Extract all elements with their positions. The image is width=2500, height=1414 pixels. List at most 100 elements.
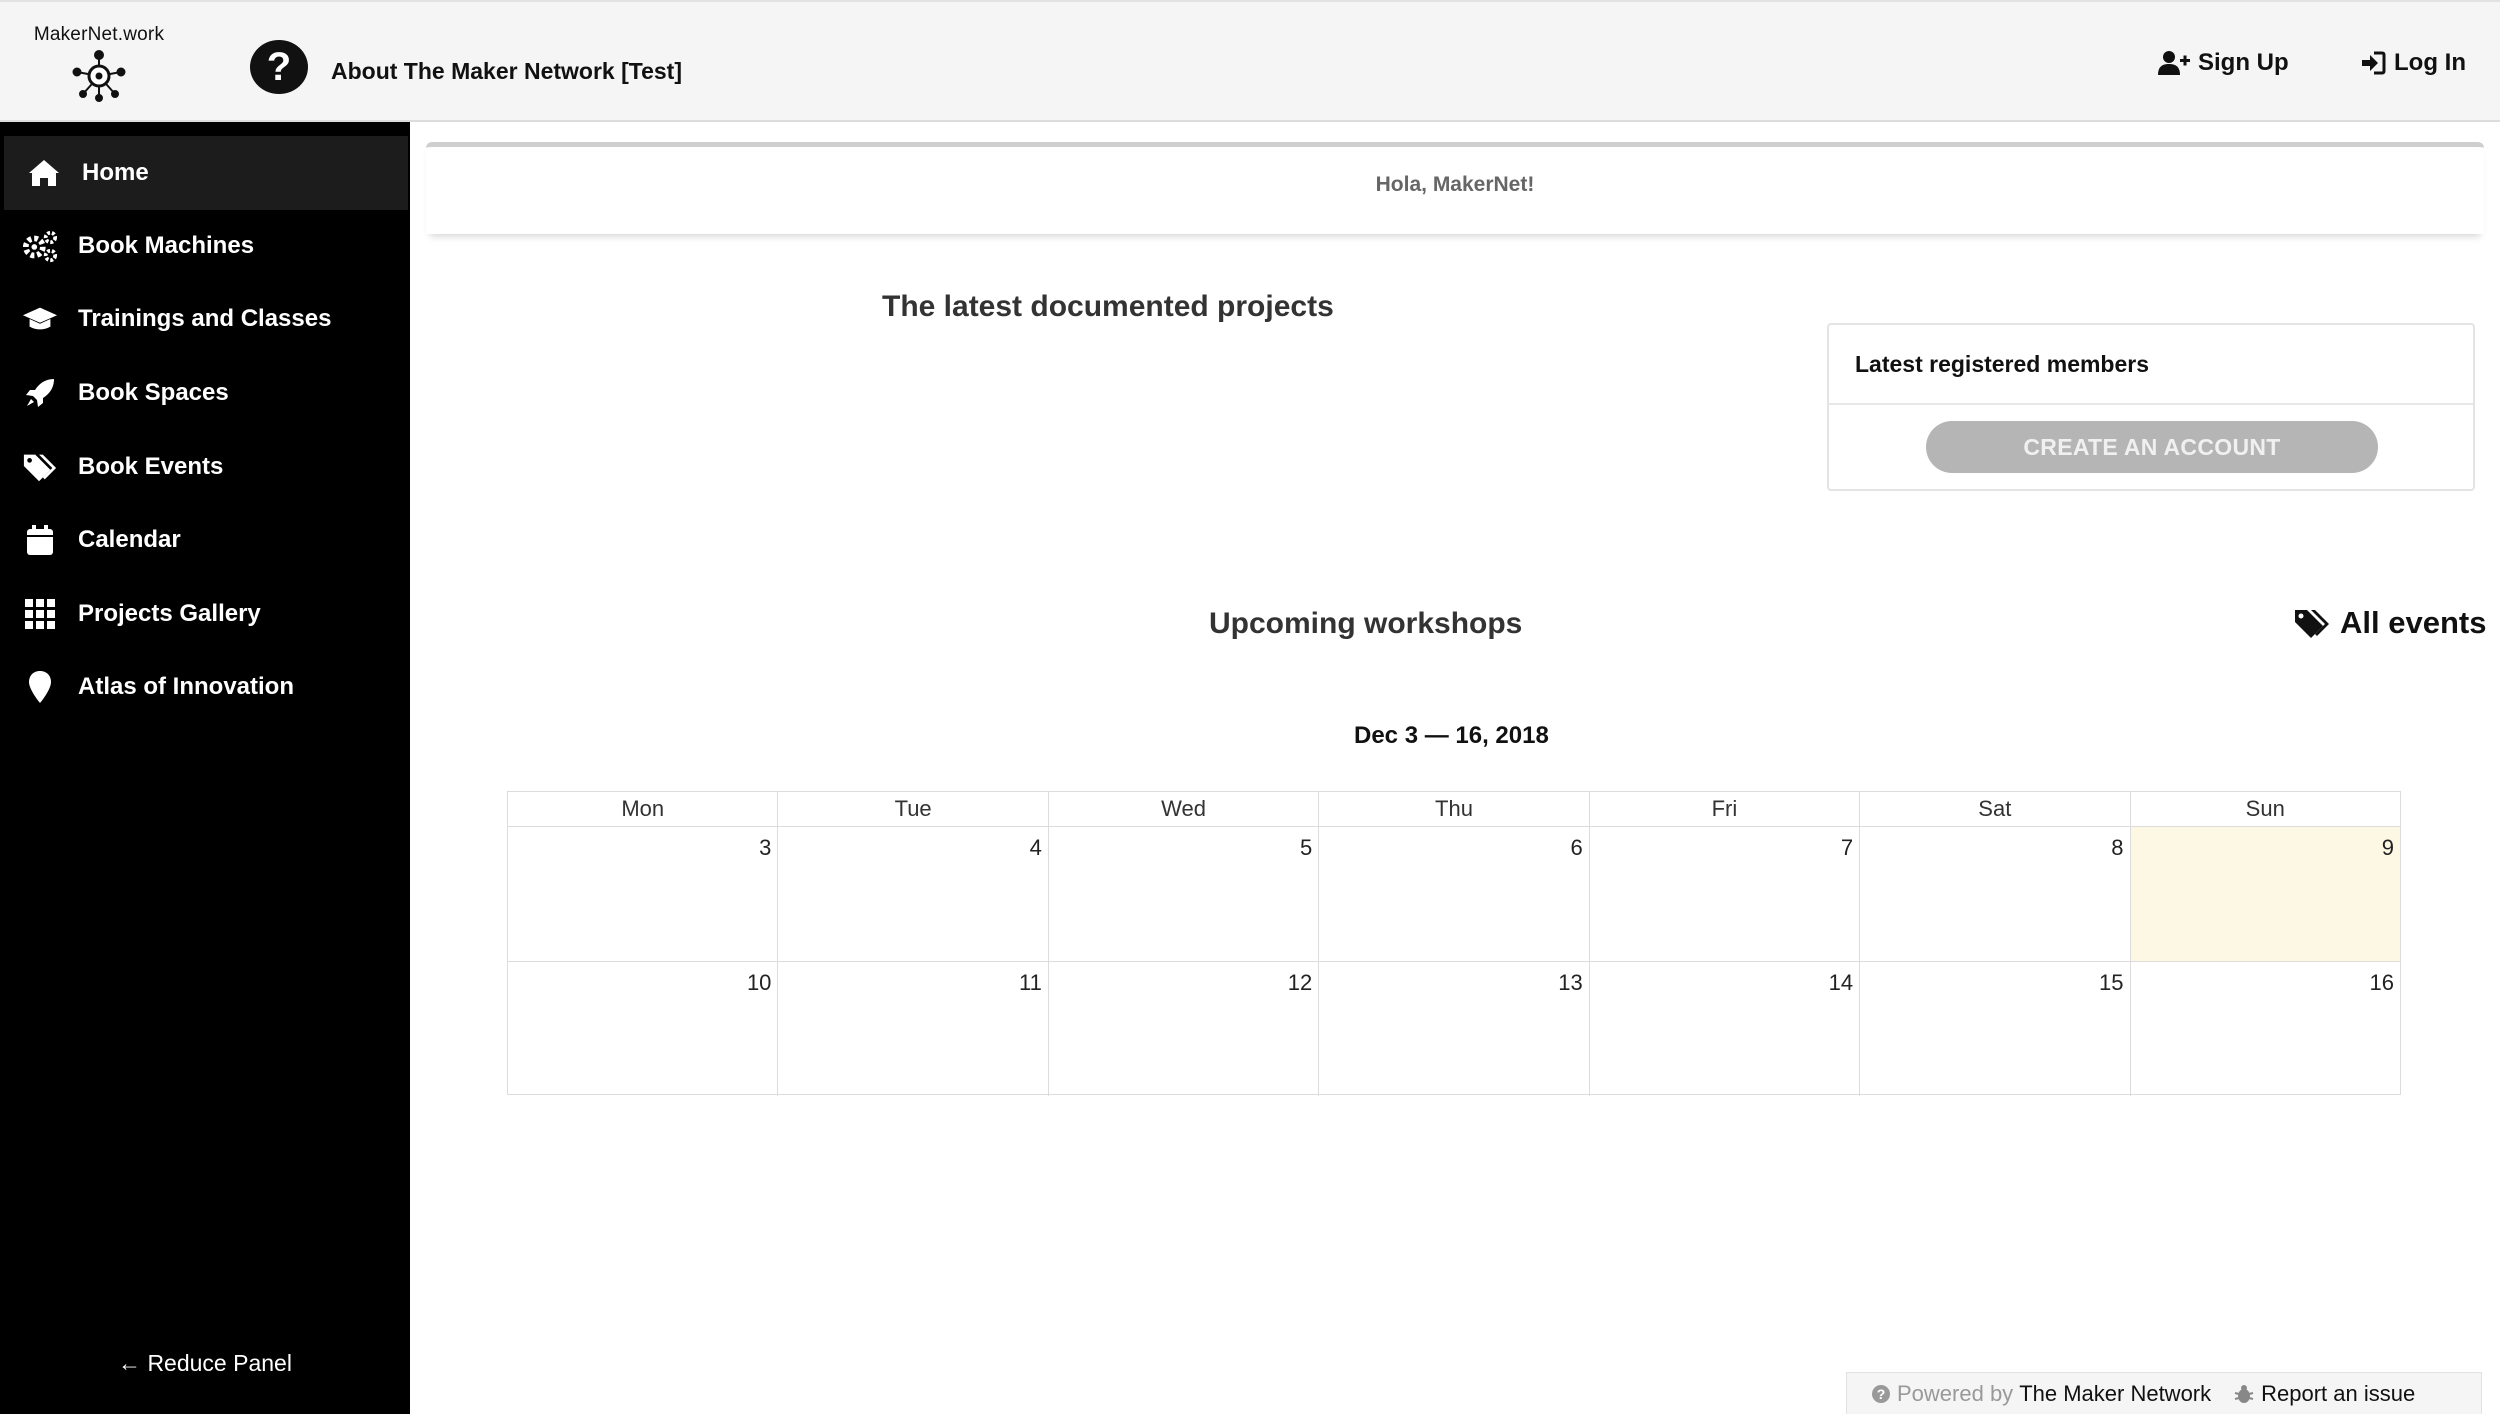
all-events-link[interactable]: All events [2292, 605, 2486, 641]
calendar-day[interactable]: 4 [778, 827, 1049, 961]
sidebar-item-label: Book Spaces [78, 379, 229, 406]
day-number: 9 [2381, 835, 2394, 860]
calendar-day[interactable]: 12 [1049, 962, 1320, 1096]
user-plus-icon [2158, 51, 2190, 75]
arrow-left-icon: ← [118, 1350, 142, 1376]
sidebar-item-atlas[interactable]: Atlas of Innovation [0, 650, 410, 724]
day-number: 11 [1019, 970, 1042, 995]
calendar-day-today[interactable]: 9 [2130, 827, 2400, 961]
powered-by-label: Powered by [1897, 1380, 2014, 1406]
report-issue-label: Report an issue [2261, 1380, 2416, 1406]
day-header: Wed [1049, 792, 1320, 826]
tags-icon [2295, 610, 2329, 638]
calendar-week: 3 4 5 6 7 8 9 [508, 827, 2400, 962]
makernet-logo[interactable]: MakerNet.work [24, 24, 174, 104]
gears-icon [22, 228, 58, 264]
sidebar-item-trainings[interactable]: Trainings and Classes [0, 282, 410, 356]
map-marker-icon [22, 669, 58, 705]
log-in-button[interactable]: Log In [2360, 49, 2466, 77]
day-number: 7 [1840, 835, 1854, 860]
sign-up-label: Sign Up [2198, 49, 2289, 76]
sidebar-item-label: Trainings and Classes [78, 305, 332, 332]
upcoming-workshops-title: Upcoming workshops [1209, 607, 1523, 640]
sidebar-item-home[interactable]: Home [4, 136, 408, 210]
calendar-day[interactable]: 6 [1319, 827, 1590, 961]
reduce-panel-label: Reduce Panel [147, 1350, 292, 1376]
report-issue-link[interactable]: Report an issue [2233, 1381, 2415, 1407]
latest-projects-title: The latest documented projects [882, 290, 1334, 323]
calendar-day[interactable]: 8 [1860, 827, 2131, 961]
calendar-day[interactable]: 10 [508, 962, 779, 1096]
footer-bar: ? Powered by The Maker Network Report an… [1846, 1372, 2482, 1414]
divider [1829, 403, 2473, 405]
day-number: 4 [1029, 835, 1042, 860]
rocket-icon [22, 375, 58, 411]
sign-up-button[interactable]: Sign Up [2158, 49, 2289, 77]
sidebar-item-label: Book Events [78, 453, 224, 480]
day-number: 10 [746, 970, 772, 995]
calendar-day[interactable]: 16 [2131, 962, 2400, 1096]
tags-icon [22, 449, 58, 485]
day-number: 3 [759, 835, 772, 860]
sidebar-item-label: Projects Gallery [78, 600, 261, 627]
day-header: Mon [508, 792, 779, 826]
day-header: Sat [1860, 792, 2131, 826]
calendar-day[interactable]: 14 [1590, 962, 1861, 1096]
day-number: 16 [2369, 970, 2394, 995]
all-events-label: All events [2340, 605, 2487, 640]
sign-in-icon [2362, 51, 2386, 75]
day-number: 15 [2099, 970, 2124, 995]
svg-text:?: ? [1877, 1386, 1886, 1402]
network-gear-icon [72, 50, 126, 102]
sidebar-item-label: Book Machines [78, 232, 255, 259]
greeting-card: Hola, MakerNet! [426, 142, 2484, 234]
calendar-day[interactable]: 11 [778, 962, 1049, 1096]
sidebar: Home Book Machines Trainings and Classes… [0, 122, 410, 1414]
sidebar-item-projects-gallery[interactable]: Projects Gallery [0, 577, 410, 651]
calendar-day[interactable]: 5 [1049, 827, 1320, 961]
day-number: 6 [1570, 835, 1583, 860]
create-account-button[interactable]: CREATE AN ACCOUNT [1926, 421, 2378, 473]
day-header: Tue [778, 792, 1049, 826]
workshop-calendar: Mon Tue Wed Thu Fri Sat Sun 3 4 5 6 7 8 … [507, 791, 2401, 1096]
calendar-day[interactable]: 3 [508, 827, 779, 961]
calendar-header: Mon Tue Wed Thu Fri Sat Sun [508, 792, 2400, 827]
sidebar-item-label: Calendar [78, 526, 181, 553]
logo-text: MakerNet.work [33, 24, 165, 45]
calendar-day[interactable]: 13 [1319, 962, 1590, 1096]
calendar-day[interactable]: 15 [1860, 962, 2131, 1096]
calendar-range: Dec 3 — 16, 2018 [1354, 722, 1549, 749]
calendar-day[interactable]: 7 [1590, 827, 1861, 961]
day-header: Thu [1319, 792, 1590, 826]
sidebar-item-calendar[interactable]: Calendar [0, 503, 410, 577]
day-header: Sun [2245, 796, 2285, 821]
graduation-cap-icon [22, 301, 58, 337]
day-number: 12 [1287, 970, 1313, 995]
day-number: 14 [1828, 970, 1854, 995]
help-icon[interactable]: ? [250, 40, 308, 94]
home-icon [26, 155, 62, 191]
sidebar-item-book-machines[interactable]: Book Machines [0, 209, 410, 283]
grid-icon [22, 596, 58, 632]
powered-by: ? Powered by The Maker Network [1871, 1381, 2211, 1407]
day-number: 8 [2111, 835, 2124, 860]
greeting-text: Hola, MakerNet! [1375, 173, 1535, 196]
day-number: 5 [1300, 835, 1313, 860]
latest-members-card: Latest registered members CREATE AN ACCO… [1827, 323, 2475, 491]
powered-by-link[interactable]: The Maker Network [2019, 1381, 2211, 1407]
top-header: MakerNet.work ? About The Maker Network … [0, 0, 2500, 122]
sidebar-item-book-spaces[interactable]: Book Spaces [0, 356, 410, 430]
sidebar-item-label: Atlas of Innovation [78, 673, 294, 700]
about-link[interactable]: About The Maker Network [Test] [331, 58, 682, 85]
sidebar-item-book-events[interactable]: Book Events [0, 430, 410, 504]
members-card-title: Latest registered members [1855, 351, 2150, 377]
bug-icon [2234, 1384, 2254, 1403]
calendar-icon [22, 522, 58, 558]
calendar-week: 10 11 12 13 14 15 16 [508, 962, 2400, 1096]
log-in-label: Log In [2394, 49, 2466, 76]
reduce-panel-button[interactable]: ← Reduce Panel [0, 1350, 410, 1377]
question-circle-icon: ? [1872, 1384, 1890, 1403]
day-header: Fri [1590, 792, 1861, 826]
day-number: 13 [1558, 970, 1583, 995]
sidebar-item-label: Home [82, 159, 149, 186]
